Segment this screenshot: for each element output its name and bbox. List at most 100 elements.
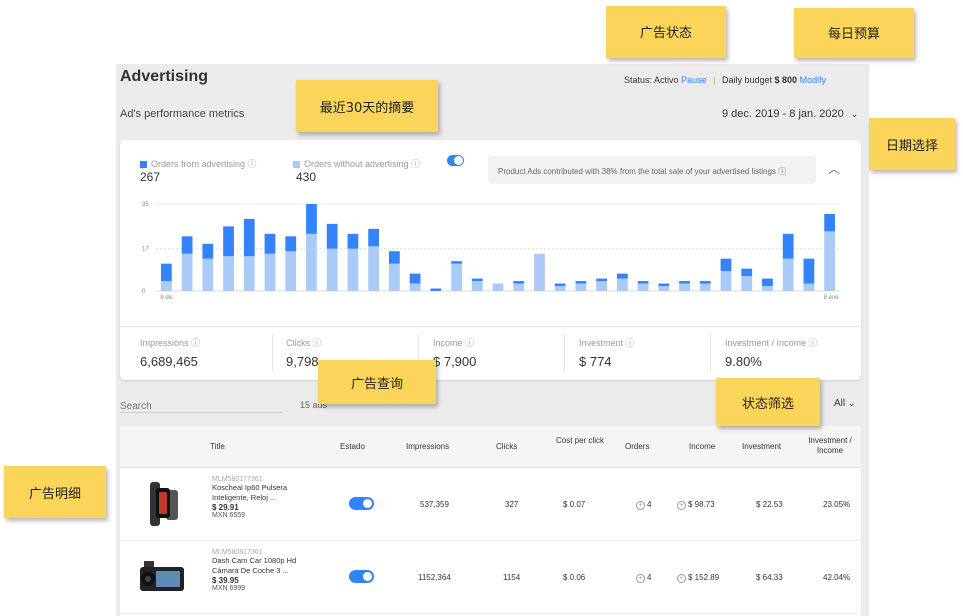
bar-organic[interactable] — [513, 283, 525, 291]
col-cpc[interactable]: Cost per click — [550, 436, 610, 446]
bar-ads[interactable] — [803, 258, 815, 284]
bar-ads[interactable] — [368, 228, 380, 247]
bar-organic[interactable] — [181, 253, 193, 291]
bar-ads[interactable] — [782, 233, 794, 259]
bar-ads[interactable] — [451, 261, 462, 264]
bar-organic[interactable] — [160, 281, 172, 291]
status-filter-dropdown[interactable]: All ⌄ — [834, 398, 855, 409]
bar-ads[interactable] — [658, 283, 670, 287]
col-investment[interactable]: Investment — [742, 442, 781, 452]
col-estado[interactable]: Estado — [340, 442, 365, 452]
bar-organic[interactable] — [492, 283, 504, 291]
col-income[interactable]: Income — [689, 442, 715, 452]
bar-ads[interactable] — [471, 278, 483, 282]
bar-ads[interactable] — [409, 273, 421, 284]
product-title[interactable]: Koscheal Ip60 Pulsera Inteligente, Reloj… — [212, 483, 322, 503]
bar-ads[interactable] — [243, 218, 255, 257]
status-label: Status — [624, 75, 650, 85]
bar-organic[interactable] — [388, 263, 400, 291]
search-box[interactable] — [120, 396, 282, 413]
table-row[interactable]: MLM580177361 Koscheal Ip60 Pulsera Intel… — [120, 468, 861, 541]
search-input[interactable] — [120, 401, 270, 412]
bar-organic[interactable] — [575, 283, 587, 291]
bar-organic[interactable] — [741, 276, 753, 291]
chevron-down-icon: ⌄ — [847, 398, 856, 408]
bar-organic[interactable] — [326, 248, 338, 291]
pause-link[interactable]: Pause — [681, 75, 707, 85]
ad-status-toggle[interactable] — [349, 570, 374, 583]
bar-ads[interactable] — [326, 223, 338, 249]
bar-ads[interactable] — [679, 281, 690, 284]
bar-ads[interactable] — [596, 278, 608, 282]
bar-ads[interactable] — [285, 236, 297, 252]
bar-organic[interactable] — [368, 246, 380, 291]
bar-ads[interactable] — [699, 281, 711, 284]
bar-ads[interactable] — [762, 278, 773, 287]
bar-organic[interactable] — [202, 258, 214, 291]
bar-organic[interactable] — [554, 286, 566, 291]
cell-impressions: 1152,364 — [418, 573, 451, 582]
bar-organic[interactable] — [720, 271, 732, 291]
bar-organic[interactable] — [596, 281, 608, 291]
bar-ads[interactable] — [513, 281, 525, 284]
bar-organic[interactable] — [451, 263, 462, 291]
bar-ads[interactable] — [616, 273, 628, 279]
date-separator: - — [782, 108, 787, 120]
bar-organic[interactable] — [679, 283, 690, 291]
bar-ads[interactable] — [306, 204, 317, 234]
bar-ads[interactable] — [720, 258, 732, 272]
col-orders[interactable]: Orders — [625, 442, 649, 452]
x-tick-label: 8 ene — [824, 295, 840, 300]
col-investment-income[interactable]: Investment / Income — [802, 436, 858, 456]
bar-organic[interactable] — [471, 281, 483, 291]
bar-ads[interactable] — [202, 243, 214, 259]
bar-organic[interactable] — [803, 283, 815, 291]
date-start: 9 dec. 2019 — [722, 108, 780, 120]
plus-circle-icon: + — [677, 574, 686, 583]
bar-ads[interactable] — [824, 213, 836, 232]
bar-ads[interactable] — [554, 283, 566, 287]
bar-ads[interactable] — [264, 233, 276, 254]
bar-organic[interactable] — [616, 278, 628, 291]
callout-summary-30d: 最近30天的摘要 — [296, 80, 438, 132]
bar-organic[interactable] — [347, 248, 359, 291]
bar-organic[interactable] — [223, 256, 234, 291]
bar-organic[interactable] — [782, 258, 794, 291]
bar-ads[interactable] — [575, 281, 587, 284]
bar-organic[interactable] — [243, 256, 255, 291]
bar-organic[interactable] — [658, 286, 670, 291]
legend-value-organic: 430 — [296, 170, 317, 184]
bar-ads[interactable] — [388, 251, 400, 264]
bar-organic[interactable] — [306, 233, 317, 291]
advertising-dashboard: Advertising Status: Activo Pause | Daily… — [0, 0, 963, 616]
bar-ads[interactable] — [430, 288, 442, 291]
metric-value: $ 7,900 — [433, 354, 477, 369]
chevron-up-icon[interactable]: ︿ — [828, 160, 840, 177]
cell-impressions: 537,359 — [420, 500, 449, 509]
organic-toggle[interactable] — [447, 155, 464, 166]
bar-organic[interactable] — [762, 286, 773, 291]
filter-label: All — [834, 398, 846, 409]
bar-organic[interactable] — [285, 251, 297, 291]
product-title[interactable]: Dash Cam Car 1080p Hd Cámara De Coche 3 … — [212, 556, 322, 576]
bar-ads[interactable] — [223, 226, 234, 257]
table-row[interactable]: MLM580817361 Dash Cam Car 1080p Hd Cámar… — [120, 541, 861, 614]
bar-organic[interactable] — [699, 283, 711, 291]
bar-ads[interactable] — [637, 281, 649, 284]
bar-organic[interactable] — [534, 253, 545, 291]
bar-ads[interactable] — [181, 236, 193, 254]
date-range-selector[interactable]: 9 dec. 2019 - 8 jan. 2020 ⌄ — [722, 108, 858, 120]
date-end: 8 jan. 2020 — [789, 108, 844, 120]
ad-status-toggle[interactable] — [349, 497, 374, 510]
bar-ads[interactable] — [741, 268, 753, 277]
bar-organic[interactable] — [637, 283, 649, 291]
col-clicks[interactable]: Clicks — [496, 442, 517, 452]
col-title[interactable]: Title — [210, 442, 225, 452]
bar-ads[interactable] — [347, 233, 359, 249]
bar-ads[interactable] — [160, 263, 172, 282]
modify-link[interactable]: Modify — [800, 75, 827, 85]
col-impressions[interactable]: Impressions — [406, 442, 449, 452]
bar-organic[interactable] — [409, 283, 421, 291]
bar-organic[interactable] — [264, 253, 276, 291]
bar-organic[interactable] — [824, 231, 836, 291]
